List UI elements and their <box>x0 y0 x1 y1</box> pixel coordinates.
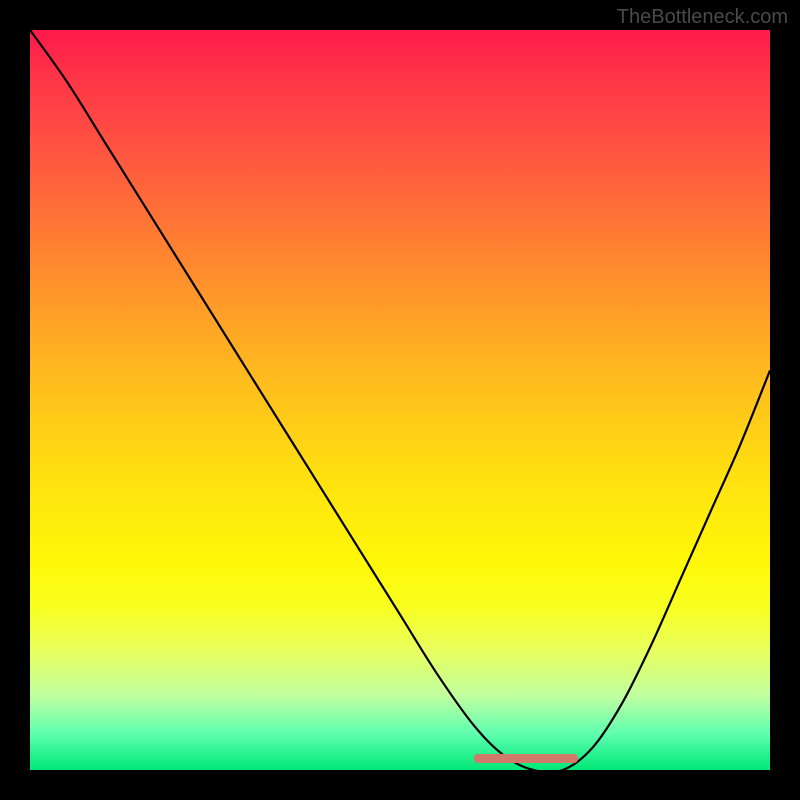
plot-area <box>30 30 770 770</box>
curve-svg <box>30 30 770 770</box>
watermark-text: TheBottleneck.com <box>617 6 788 29</box>
optimal-range-marker <box>474 754 578 763</box>
bottleneck-curve <box>30 30 770 770</box>
